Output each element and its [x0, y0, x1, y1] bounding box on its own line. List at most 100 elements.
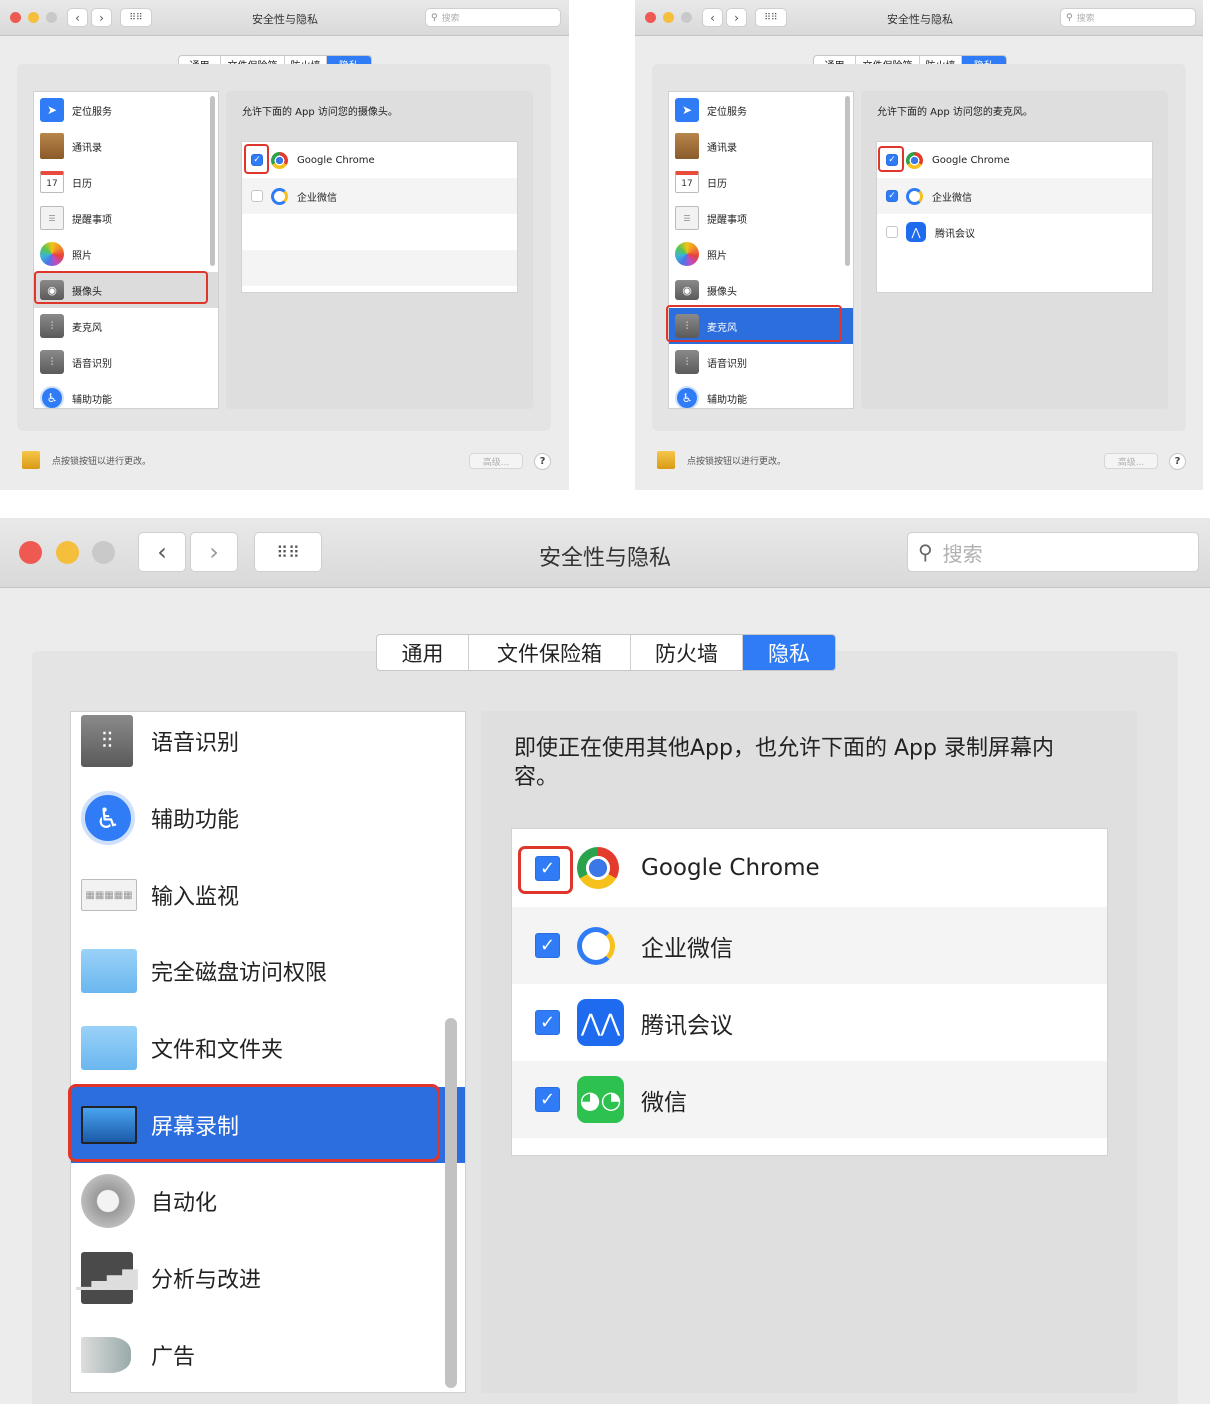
sidebar-item-calendar[interactable]: 17 日历	[34, 164, 218, 200]
sidebar-item-camera[interactable]: ◉ 摄像头	[34, 272, 218, 308]
search-input[interactable]: ⚲ 搜索	[1060, 8, 1196, 27]
app-row-tencent-meeting[interactable]: ✓ ⋀⋀ 腾讯会议	[512, 984, 1107, 1061]
help-button[interactable]: ?	[534, 453, 551, 470]
app-list: ✓ Google Chrome ✓ 企业微信 ✓ ⋀⋀ 腾讯会议 ✓ ◕◔ 微信	[511, 828, 1108, 1156]
sidebar-item-photos[interactable]: 照片	[669, 236, 853, 272]
sidebar-item-label: 辅助功能	[72, 394, 112, 406]
sidebar-item-accessibility[interactable]: ♿ 辅助功能	[71, 780, 465, 856]
close-window-button[interactable]	[10, 12, 21, 23]
zoom-window-button[interactable]	[46, 12, 57, 23]
tab-filevault[interactable]: 文件保险箱	[469, 635, 631, 670]
sidebar-item-speech[interactable]: ⫶ 语音识别	[669, 344, 853, 380]
tab-privacy[interactable]: 隐私	[743, 635, 835, 670]
minimize-window-button[interactable]	[56, 541, 79, 564]
show-all-button[interactable]: ⠿⠿	[120, 8, 152, 27]
zoom-window-button[interactable]	[92, 541, 115, 564]
app-checkbox[interactable]: ✓	[251, 154, 263, 166]
sidebar-item-label: 通讯录	[707, 142, 737, 154]
help-button[interactable]: ?	[1169, 453, 1186, 470]
search-input[interactable]: ⚲ 搜索	[907, 532, 1199, 572]
tab-bar: 通用 文件保险箱 防火墙 隐私	[376, 634, 836, 671]
sidebar-item-speech[interactable]: ⫶⫶ 语音识别	[71, 712, 465, 770]
app-name: 企业微信	[641, 935, 733, 962]
app-checkbox[interactable]	[886, 226, 898, 238]
sidebar-item-microphone[interactable]: ⫶ 麦克风	[34, 308, 218, 344]
sidebar-item-speech[interactable]: ⫶ 语音识别	[34, 344, 218, 380]
camera-icon: ◉	[675, 280, 699, 300]
sidebar-item-microphone[interactable]: ⫶ 麦克风	[669, 308, 853, 344]
lock-footer: 点按锁按钮以进行更改。	[657, 451, 786, 469]
app-checkbox[interactable]: ✓	[886, 154, 898, 166]
forward-button[interactable]: ›	[726, 8, 747, 27]
lock-icon[interactable]	[22, 451, 40, 469]
sidebar-item-location[interactable]: ➤ 定位服务	[34, 92, 218, 128]
sidebar-item-contacts[interactable]: 通讯录	[669, 128, 853, 164]
app-checkbox[interactable]: ✓	[535, 933, 560, 958]
sidebar-item-automation[interactable]: 自动化	[71, 1163, 465, 1239]
sidebar-item-reminders[interactable]: ☰ 提醒事项	[34, 200, 218, 236]
sidebar-item-reminders[interactable]: ☰ 提醒事项	[669, 200, 853, 236]
sidebar-item-camera[interactable]: ◉ 摄像头	[669, 272, 853, 308]
tab-general[interactable]: 通用	[377, 635, 469, 670]
app-row-wecom[interactable]: ✓ 企业微信	[877, 178, 1152, 214]
back-button[interactable]: ‹	[702, 8, 723, 27]
app-row-tencent-meeting[interactable]: ⋀ 腾讯会议	[877, 214, 1152, 250]
app-row-wecom[interactable]: 企业微信	[242, 178, 517, 214]
sidebar-item-label: 通讯录	[72, 142, 102, 154]
close-window-button[interactable]	[19, 541, 42, 564]
lock-icon[interactable]	[657, 451, 675, 469]
advanced-button[interactable]: 高级...	[469, 453, 523, 469]
contacts-icon	[675, 133, 699, 159]
sidebar-scrollbar[interactable]	[210, 96, 215, 266]
app-name: Google Chrome	[641, 855, 820, 881]
app-row-chrome[interactable]: ✓ Google Chrome	[242, 142, 517, 178]
app-checkbox[interactable]: ✓	[535, 855, 560, 881]
sidebar-item-full-disk-access[interactable]: 完全磁盘访问权限	[71, 933, 465, 1009]
sidebar-item-calendar[interactable]: 17 日历	[669, 164, 853, 200]
show-all-button[interactable]: ⠿⠿	[254, 532, 322, 572]
permission-description: 即使正在使用其他App，也允许下面的 App 录制屏幕内容。	[514, 736, 1054, 790]
minimize-window-button[interactable]	[28, 12, 39, 23]
app-row-chrome[interactable]: ✓ Google Chrome	[512, 829, 1107, 907]
app-checkbox[interactable]: ✓	[886, 190, 898, 202]
sidebar-item-label: 摄像头	[707, 286, 737, 298]
sidebar-item-advertising[interactable]: 广告	[71, 1317, 465, 1392]
search-input[interactable]: ⚲ 搜索	[425, 8, 561, 27]
app-row-wecom[interactable]: ✓ 企业微信	[512, 907, 1107, 984]
chrome-icon	[906, 151, 923, 169]
sidebar-item-accessibility[interactable]: ♿ 辅助功能	[34, 380, 218, 408]
sidebar-item-accessibility[interactable]: ♿ 辅助功能	[669, 380, 853, 408]
app-checkbox[interactable]	[251, 190, 263, 202]
minimize-window-button[interactable]	[663, 12, 674, 23]
accessibility-icon: ♿	[40, 386, 64, 408]
app-row-wechat[interactable]: ✓ ◕◔ 微信	[512, 1061, 1107, 1138]
sidebar-item-screen-recording[interactable]: 屏幕录制	[71, 1087, 465, 1163]
app-row-chrome[interactable]: ✓ Google Chrome	[877, 142, 1152, 178]
advanced-button[interactable]: 高级...	[1104, 453, 1158, 469]
sidebar-item-analytics[interactable]: ▁▃▅▇ 分析与改进	[71, 1240, 465, 1316]
zoom-window-button[interactable]	[681, 12, 692, 23]
app-checkbox[interactable]: ✓	[535, 1010, 560, 1035]
back-button[interactable]: ‹	[67, 8, 88, 27]
forward-button[interactable]: ›	[91, 8, 112, 27]
tab-firewall[interactable]: 防火墙	[631, 635, 743, 670]
close-window-button[interactable]	[645, 12, 656, 23]
folder-icon	[81, 949, 137, 993]
sidebar-item-location[interactable]: ➤ 定位服务	[669, 92, 853, 128]
sidebar-item-label: 辅助功能	[151, 808, 240, 833]
sidebar-item-photos[interactable]: 照片	[34, 236, 218, 272]
megaphone-icon	[81, 1337, 131, 1373]
sidebar-scrollbar[interactable]	[845, 96, 850, 266]
sidebar-item-files-folders[interactable]: 文件和文件夹	[71, 1010, 465, 1086]
sidebar-item-input-monitoring[interactable]: ▦▦▦▦▦ 输入监视	[71, 857, 465, 933]
sidebar-scrollbar[interactable]	[445, 1018, 457, 1388]
back-button[interactable]: ‹	[138, 532, 186, 572]
app-name: 企业微信	[297, 192, 337, 204]
sidebar-item-contacts[interactable]: 通讯录	[34, 128, 218, 164]
app-checkbox[interactable]: ✓	[535, 1087, 560, 1112]
show-all-button[interactable]: ⠿⠿	[755, 8, 787, 27]
search-icon: ⚲	[918, 540, 933, 564]
sidebar-item-label: 提醒事项	[72, 214, 112, 226]
grid-icon: ⠿⠿	[129, 12, 143, 23]
forward-button[interactable]: ›	[190, 532, 238, 572]
